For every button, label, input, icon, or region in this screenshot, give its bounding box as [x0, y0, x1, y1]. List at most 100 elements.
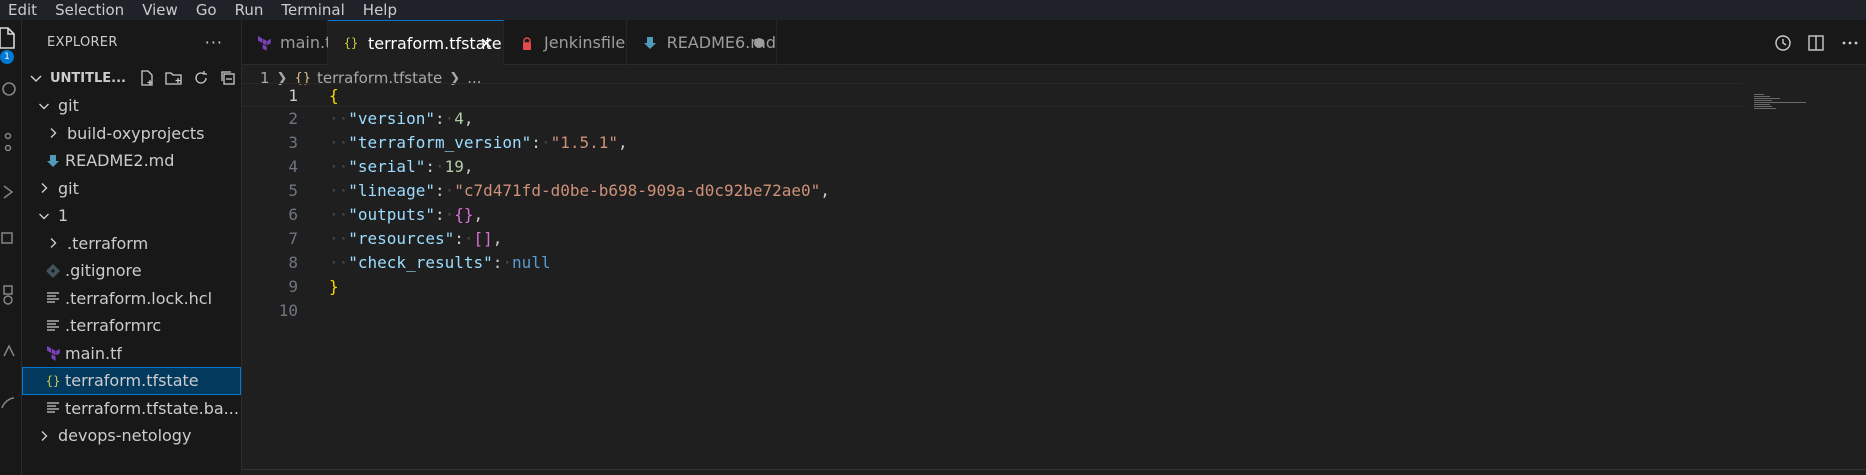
token-punc: : — [434, 109, 445, 128]
refresh-icon[interactable] — [192, 69, 210, 87]
code-line: 8 ··"check_results":·null — [242, 251, 1742, 275]
token-key: "terraform_version" — [348, 133, 532, 152]
line-source: { — [329, 84, 339, 108]
lines-icon — [45, 318, 61, 334]
line-number: 10 — [278, 301, 298, 320]
code-line: 2 ··"version":·4, — [242, 107, 1742, 131]
tab-jenkinsfile[interactable]: Jenkinsfile — [504, 20, 627, 65]
token-num: 4 — [454, 109, 464, 128]
chevron-right-icon — [45, 235, 61, 251]
line-number: 7 — [288, 229, 298, 248]
menu-go[interactable]: Go — [187, 0, 226, 20]
tree-folder[interactable]: git — [22, 92, 241, 120]
token-dot: · — [540, 133, 551, 152]
remote-explorer-icon[interactable] — [0, 282, 18, 306]
token-punc: , — [463, 109, 474, 128]
search-icon[interactable] — [0, 80, 18, 104]
line-source: ··"outputs":·{}, — [329, 203, 483, 227]
source-control-icon[interactable] — [0, 130, 18, 154]
tree-file[interactable]: {} terraform.tfstate — [22, 367, 241, 395]
jenkins-icon — [518, 34, 536, 52]
tree-file[interactable]: .terraform.lock.hcl — [22, 285, 241, 313]
new-folder-icon[interactable] — [165, 69, 183, 87]
terraform-icon — [45, 345, 61, 362]
new-file-icon[interactable] — [138, 69, 156, 87]
more-actions-icon[interactable]: ··· — [205, 33, 223, 52]
token-dot: ·· — [329, 253, 349, 272]
split-editor-icon[interactable] — [1806, 33, 1826, 53]
token-dot: ·· — [329, 205, 349, 224]
menu-help[interactable]: Help — [354, 0, 406, 20]
tree-file[interactable]: terraform.tfstate.ba... — [22, 395, 241, 423]
token-punc: : — [434, 205, 445, 224]
minimap[interactable] — [1754, 94, 1810, 114]
tree-item-label: .terraformrc — [65, 316, 162, 336]
tab-label: Jenkinsfile — [544, 33, 626, 52]
collapse-all-icon[interactable] — [219, 69, 237, 87]
code-line: 10 — [242, 299, 1742, 323]
menu-edit[interactable]: Edit — [0, 0, 46, 20]
token-dot: · — [502, 253, 513, 272]
token-bracket2: [] — [473, 229, 493, 248]
tree-folder[interactable]: devops-netology — [22, 422, 241, 450]
explorer-title: EXPLORER — [47, 34, 118, 50]
timeline-history-icon[interactable] — [1772, 33, 1792, 53]
code-editor[interactable]: 1{2 ··"version":·4, 3 ··"terraform_version"… — [242, 83, 1866, 475]
unsaved-dot-icon[interactable] — [754, 37, 764, 48]
token-key: "serial" — [348, 157, 426, 176]
tree-folder[interactable]: 1 — [22, 202, 241, 230]
tree-item-label: README2.md — [65, 151, 175, 171]
token-punc: : — [531, 133, 541, 152]
tab-terraform-tfstate[interactable]: {} terraform.tfstate ✕ — [328, 20, 504, 65]
menu-view[interactable]: View — [133, 0, 187, 20]
run-debug-icon[interactable] — [0, 180, 18, 204]
terraform-activity-icon[interactable] — [0, 338, 18, 362]
token-punc: , — [492, 229, 503, 248]
tree-item-label: build-oxyprojects — [67, 123, 205, 143]
line-number: 6 — [288, 205, 298, 224]
files-icon[interactable] — [0, 26, 18, 50]
token-key: "lineage" — [348, 181, 435, 200]
tab-readme6-md[interactable]: README6.md — [627, 20, 777, 65]
token-dot: · — [434, 157, 445, 176]
lines-icon — [45, 400, 61, 416]
tab-main-tf[interactable]: main.tf — [242, 20, 337, 65]
menu-selection[interactable]: Selection — [46, 0, 133, 20]
close-icon[interactable]: ✕ — [480, 34, 493, 53]
token-brace: } — [329, 277, 339, 296]
line-number: 5 — [288, 181, 298, 200]
tree-file[interactable]: main.tf — [22, 340, 241, 368]
json-icon: {} — [343, 36, 359, 50]
menu-terminal[interactable]: Terminal — [272, 0, 353, 20]
token-brace: { — [329, 86, 339, 105]
token-dot: ·· — [329, 229, 349, 248]
menu-run[interactable]: Run — [226, 0, 273, 20]
extensions-icon[interactable] — [0, 225, 18, 249]
lines-icon — [45, 290, 61, 306]
line-source: ··"lineage":·"c7d471fd-d0be-b698-909a-d0… — [329, 179, 830, 203]
tree-folder[interactable]: git — [22, 175, 241, 203]
explorer-sidebar: EXPLORER ··· UNTITLE... git build-oxyproj… — [22, 20, 242, 475]
horizontal-scrollbar[interactable] — [242, 469, 1866, 475]
chevron-down-icon — [28, 70, 44, 86]
more-editor-actions-icon[interactable] — [1840, 33, 1860, 53]
tree-item-label: git — [58, 96, 79, 116]
token-punc: : — [492, 253, 503, 272]
tree-item-label: .gitignore — [65, 261, 142, 281]
token-dot: · — [463, 229, 474, 248]
token-bracket2: {} — [454, 205, 474, 224]
tree-file[interactable]: README2.md — [22, 147, 241, 175]
explorer-header: EXPLORER ··· — [22, 20, 241, 64]
editor-actions — [1772, 20, 1866, 65]
tree-file[interactable]: .terraformrc — [22, 312, 241, 340]
tree-folder[interactable]: build-oxyprojects — [22, 120, 241, 148]
chevron-right-icon — [36, 428, 52, 444]
token-punc: , — [473, 205, 484, 224]
docker-icon[interactable] — [0, 388, 18, 412]
workspace-folder-header[interactable]: UNTITLE... — [22, 64, 241, 92]
tree-file[interactable]: .gitignore — [22, 257, 241, 285]
token-key: "version" — [348, 109, 435, 128]
tree-folder[interactable]: .terraform — [22, 230, 241, 258]
tree-item-label: git — [58, 178, 79, 198]
line-source: ··"resources":·[], — [329, 227, 502, 251]
